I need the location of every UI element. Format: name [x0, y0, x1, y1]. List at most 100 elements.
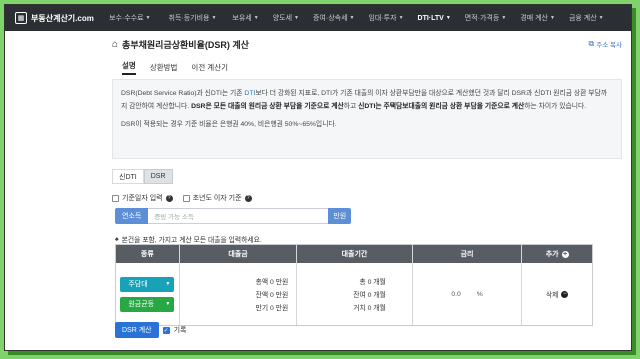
add-label: 추가	[545, 251, 559, 258]
title-row: ⌂ 총부채원리금상환비율(DSR) 계산 ⧉ 주소 복사	[112, 35, 622, 53]
remaining-period[interactable]: 잔여 0 개월	[353, 289, 386, 299]
question-icon[interactable]: ?	[244, 194, 252, 202]
minus-circle-icon: −	[561, 290, 569, 298]
chevron-down-icon: ▼	[165, 301, 171, 307]
rate-input[interactable]: 0.0	[451, 291, 460, 298]
grace-period[interactable]: 거치 0 개월	[353, 302, 386, 312]
amount-cell: 총액 0 만원 잔액 0 만원 만기 0 만원	[180, 263, 298, 325]
nav-label: 양도세	[272, 15, 293, 22]
text: DSR(Debt Service Ratio)과 신DTI는 기존	[121, 90, 245, 97]
options-row: 기준일자 입력 ? 초년도 이자 기준 ?	[112, 193, 252, 203]
bottom-actions: DSR 계산 ✓ 기록	[115, 322, 187, 338]
external-link-icon: ⧉	[588, 39, 595, 48]
ratio-paragraph: DSR이 적용되는 경우 기준 비율은 은행권 40%, 비은행권 50%~65…	[121, 121, 337, 128]
type-cell: 주담대 ▼ 원금균등 ▼	[116, 263, 180, 325]
copy-address-link[interactable]: ⧉ 주소 복사	[589, 39, 622, 49]
tab-repayment[interactable]: 상환방법	[150, 62, 178, 75]
chevron-down-icon: ▼	[598, 15, 604, 21]
chevron-down-icon: ▼	[211, 15, 217, 21]
remaining-amount[interactable]: 잔액 0 만원	[256, 289, 289, 299]
home-icon[interactable]: ⌂	[112, 39, 118, 50]
income-unit: 만원	[328, 208, 352, 224]
income-input[interactable]: 증빙 가능 소득	[148, 208, 329, 224]
tab-description[interactable]: 설명	[122, 60, 136, 75]
delete-button[interactable]: 삭제 −	[522, 263, 592, 325]
header-amount: 대출금	[180, 245, 298, 263]
nav-item-transfer-tax[interactable]: 양도세 ▼	[273, 13, 299, 23]
text: 하고	[343, 103, 359, 110]
chevron-down-icon: ▼	[294, 15, 299, 21]
text-bold: DSR은 모든 대출의 원리금 상환 부담을 기준으로 계산	[191, 103, 344, 110]
nav-item-rental[interactable]: 임대·투자 ▼	[368, 13, 403, 23]
spade-icon: ♠	[115, 235, 119, 243]
nav-label: 보수·수수료	[109, 15, 144, 22]
rate-cell: 0.0 %	[413, 263, 523, 325]
nav-item-finance[interactable]: 금융 계산 ▼	[569, 13, 604, 23]
first-year-option[interactable]: 초년도 이자 기준 ?	[182, 193, 252, 203]
first-year-checkbox[interactable]	[182, 194, 190, 202]
navbar: ▦ 부동산계산기.com 보수·수수료 ▼ 취득·등기비용 ▼ 보유세 ▼ 양도세 ▼ …	[5, 5, 631, 31]
maturity-amount[interactable]: 만기 0 만원	[256, 302, 289, 312]
nav-item-area-price[interactable]: 면적·가격등 ▼	[465, 13, 506, 23]
nav-item-gift-tax[interactable]: 증여·상속세 ▼	[313, 13, 354, 23]
brand[interactable]: ▦ 부동산계산기.com	[5, 12, 101, 24]
loan-type-dropdown[interactable]: 주담대 ▼	[120, 276, 175, 292]
record-label: 기록	[173, 327, 187, 334]
nav-label: 취득·등기비용	[168, 15, 210, 22]
nav-item-auction[interactable]: 경매 계산 ▼	[520, 13, 555, 23]
income-label: 연소득	[115, 208, 149, 224]
plus-circle-icon[interactable]: +	[561, 250, 569, 258]
chevron-down-icon: ▼	[501, 15, 507, 21]
page-title: ⌂ 총부채원리금상환비율(DSR) 계산	[112, 38, 249, 51]
main-content: ⌂ 총부채원리금상환비율(DSR) 계산 ⧉ 주소 복사 설명 상환방법 이전 …	[112, 35, 622, 338]
text-bold: 신DTI는 주택담보대출의 원리금 상환 부담을 기준으로 계산	[358, 103, 525, 110]
mode-tabs: 신DTI DSR	[112, 169, 173, 184]
repay-method-value: 원금균등	[128, 301, 155, 308]
table-header: 종류 대출금 대출기간 금리 추가 +	[116, 245, 592, 263]
nav-item-dti-ltv[interactable]: DTI·LTV ▼	[418, 15, 451, 22]
dsr-calculate-button[interactable]: DSR 계산	[115, 322, 159, 338]
record-checkbox[interactable]: ✓	[162, 326, 170, 334]
chevron-down-icon: ▼	[549, 15, 555, 21]
building-icon: ▦	[15, 12, 27, 24]
header-add[interactable]: 추가 +	[522, 245, 592, 263]
nav-item-holding-tax[interactable]: 보유세 ▼	[232, 13, 258, 23]
chevron-down-icon: ▼	[145, 15, 151, 21]
description-paragraph: DSR(Debt Service Ratio)과 신DTI는 기존 DTI보다 …	[121, 87, 613, 113]
question-icon[interactable]: ?	[165, 194, 173, 202]
repay-method-dropdown[interactable]: 원금균등 ▼	[120, 296, 175, 312]
period-cell: 총 0 개월 잔여 0 개월 거치 0 개월	[297, 263, 413, 325]
nav-label: 경매 계산	[520, 15, 548, 22]
base-date-option[interactable]: 기준일자 입력 ?	[112, 193, 173, 203]
total-amount[interactable]: 총액 0 만원	[256, 276, 289, 286]
header-rate: 금리	[413, 245, 523, 263]
nav-label: 임대·투자	[368, 15, 397, 22]
dti-link[interactable]: DTI	[244, 90, 255, 97]
chevron-down-icon: ▼	[445, 15, 451, 21]
copy-address-label: 주소 복사	[596, 42, 622, 49]
loan-note-text: 본건을 포함, 가지고 계산 모든 대출을 입력하세요.	[121, 237, 262, 244]
income-input-group: 연소득 증빙 가능 소득 만원	[115, 208, 352, 224]
tab-old-calculator[interactable]: 이전 계산기	[191, 62, 228, 75]
nav-item-acquisition[interactable]: 취득·등기비용 ▼	[168, 13, 216, 23]
base-date-label: 기준일자 입력	[122, 195, 163, 202]
first-year-label: 초년도 이자 기준	[192, 195, 242, 202]
base-date-checkbox[interactable]	[112, 194, 119, 202]
brand-name: 부동산계산기.com	[31, 13, 94, 23]
description-box: DSR(Debt Service Ratio)과 신DTI는 기존 DTI보다 …	[112, 79, 622, 159]
header-period: 대출기간	[297, 245, 413, 263]
chevron-down-icon: ▼	[165, 281, 171, 287]
browser-frame: ▦ 부동산계산기.com 보수·수수료 ▼ 취득·등기비용 ▼ 보유세 ▼ 양도세 ▼ …	[4, 4, 632, 351]
nav-label: 보유세	[232, 15, 252, 22]
text: 하는 차이가 있습니다.	[524, 103, 587, 110]
header-type: 종류	[116, 245, 180, 263]
total-period[interactable]: 총 0 개월	[359, 276, 385, 286]
tab-new-dti[interactable]: 신DTI	[112, 169, 144, 184]
delete-label: 삭제	[545, 292, 559, 299]
nav-item-fees[interactable]: 보수·수수료 ▼	[109, 13, 150, 23]
tab-dsr[interactable]: DSR	[143, 169, 173, 184]
page-title-text: 총부채원리금상환비율(DSR) 계산	[122, 39, 249, 50]
nav-label: DTI·LTV	[417, 14, 444, 22]
nav-label: 금융 계산	[568, 15, 597, 22]
chevron-down-icon: ▼	[253, 15, 259, 21]
